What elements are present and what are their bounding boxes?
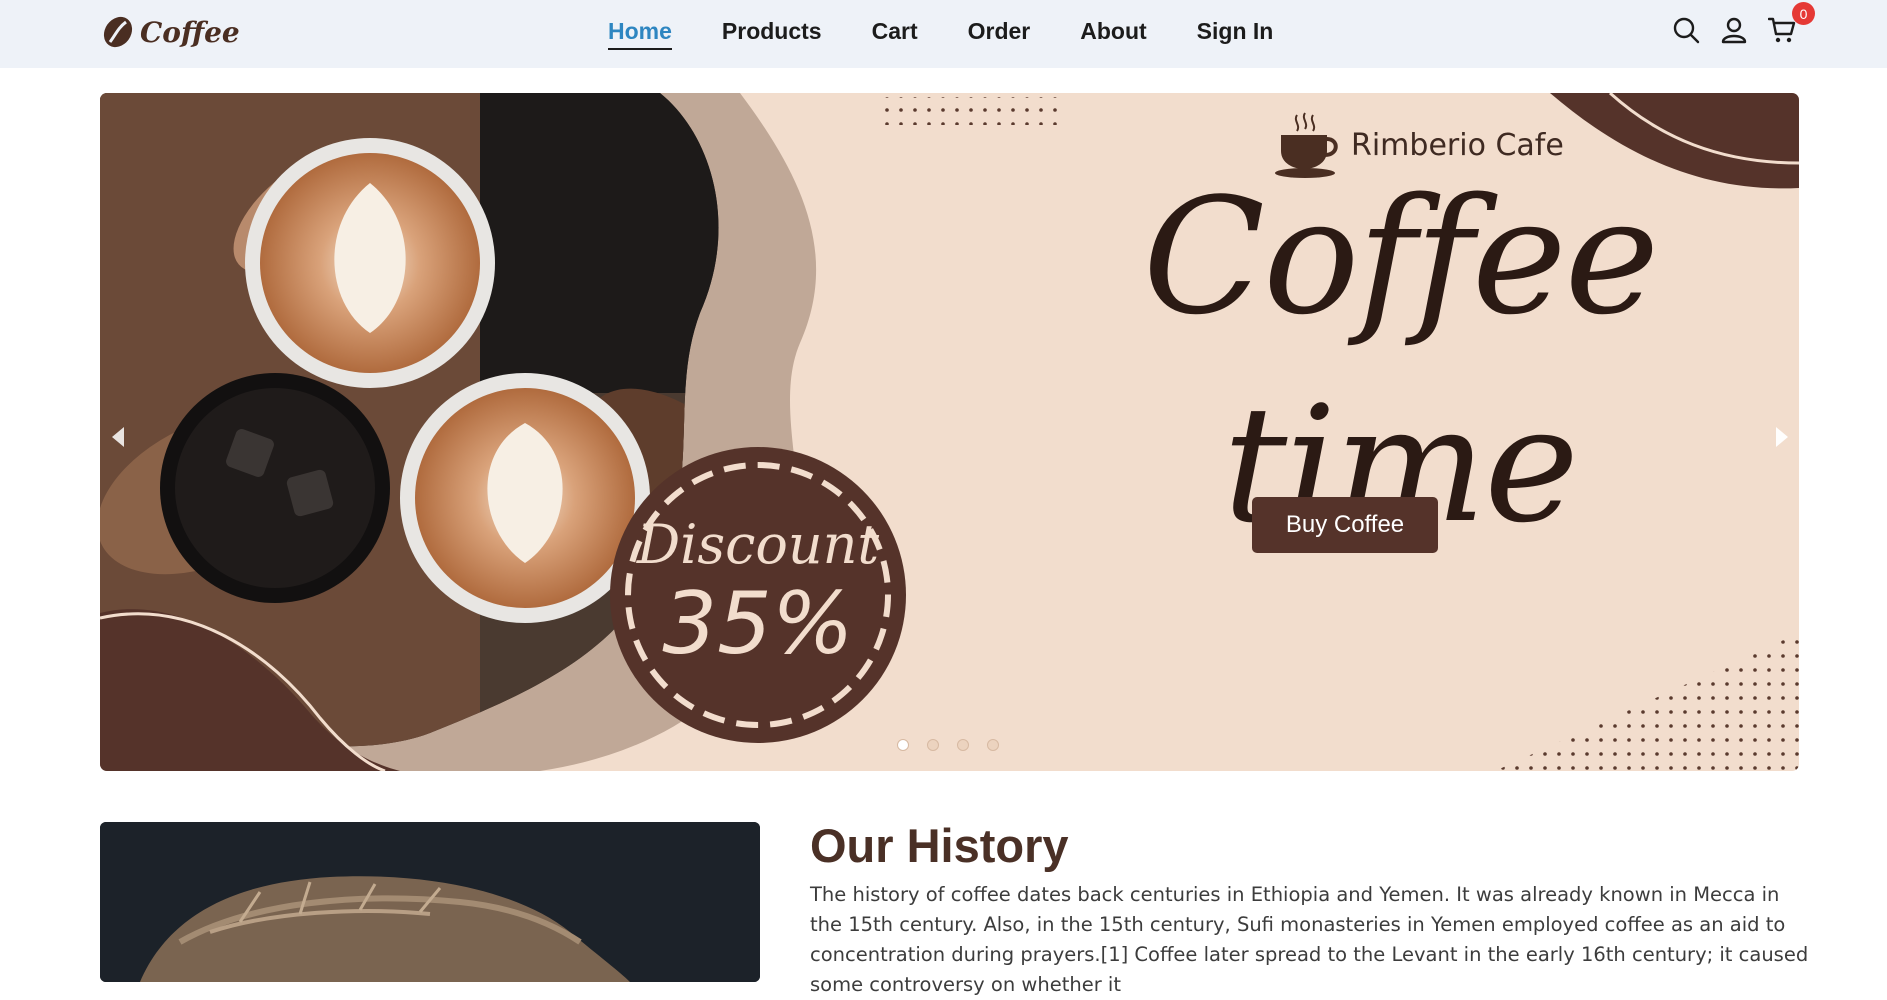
cart-count-badge: 0 (1792, 2, 1815, 25)
burlap-coffee-image (100, 822, 760, 982)
coffee-bean-icon (103, 16, 133, 48)
nav-products[interactable]: Products (722, 18, 822, 50)
nav-cart[interactable]: Cart (872, 18, 918, 50)
cart-icon (1767, 17, 1796, 43)
search-icon[interactable] (1672, 16, 1700, 44)
discount-label: Discount (636, 513, 880, 576)
nav-icons: 0 (1672, 2, 1815, 44)
carousel-indicators (897, 739, 999, 751)
carousel-dot-1[interactable] (897, 739, 909, 751)
logo-text: Coffee (140, 15, 240, 49)
hero-carousel: Discount 35% Rimberio Cafe Coffee time B… (100, 93, 1799, 771)
discount-value: 35% (662, 574, 853, 674)
history-image (100, 822, 760, 982)
cart-button[interactable]: 0 (1767, 2, 1815, 44)
nav-order[interactable]: Order (968, 18, 1031, 50)
history-text: The history of coffee dates back centuri… (810, 883, 1809, 996)
carousel-dot-3[interactable] (957, 739, 969, 751)
history-title: Our History (810, 819, 1069, 872)
coffee-cups-image: Discount 35% (100, 93, 906, 771)
carousel-next-arrow-icon[interactable] (1772, 423, 1792, 451)
nav-about[interactable]: About (1080, 18, 1146, 50)
buy-coffee-button[interactable]: Buy Coffee (1252, 497, 1438, 553)
nav-sign-in[interactable]: Sign In (1197, 18, 1274, 50)
carousel-prev-arrow-icon[interactable] (108, 423, 128, 451)
nav-home[interactable]: Home (608, 18, 672, 50)
logo[interactable]: Coffee (100, 14, 240, 50)
carousel-dot-4[interactable] (987, 739, 999, 751)
carousel-dot-2[interactable] (927, 739, 939, 751)
user-icon[interactable] (1720, 16, 1748, 44)
main-nav: Home Products Cart Order About Sign In (608, 18, 1273, 50)
navbar: Coffee Home Products Cart Order About Si… (0, 0, 1887, 68)
